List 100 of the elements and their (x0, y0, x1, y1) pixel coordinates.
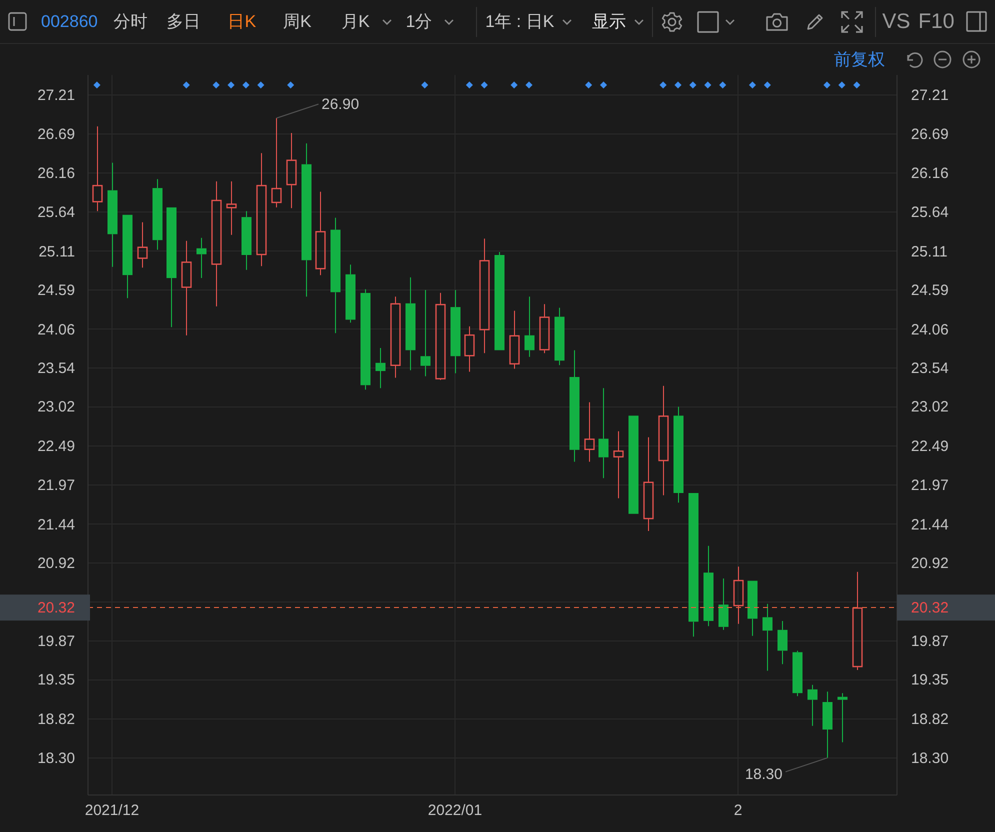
diamond-marker (674, 82, 682, 88)
candlestick (464, 326, 475, 372)
zoom-in-icon[interactable] (962, 50, 981, 69)
panel-toggle-icon[interactable] (8, 12, 27, 31)
candlestick (346, 264, 356, 324)
stock-code[interactable]: 002860 (41, 12, 98, 32)
adjust-button[interactable]: 前复权 (834, 48, 885, 71)
diamond-marker (466, 82, 473, 88)
diamond-marker (510, 82, 518, 88)
diamond-marker (242, 82, 250, 88)
diamond-marker (853, 82, 860, 88)
layout-dropdown[interactable] (697, 10, 736, 32)
undo-icon[interactable] (905, 50, 923, 68)
camera-icon[interactable] (765, 12, 790, 32)
axis-label: 21.44 (37, 516, 75, 534)
axis-label: 2022/01 (428, 802, 482, 819)
price-tag: 20.32 (897, 594, 995, 621)
candlestick (376, 347, 386, 389)
axis-label: 20.92 (37, 554, 75, 572)
period-tab[interactable]: 多日 (166, 10, 201, 33)
fullscreen-icon[interactable] (841, 10, 864, 32)
period-tab[interactable]: 分时 (114, 10, 148, 33)
diamond-marker (689, 82, 696, 88)
price-tag: 20.32 (0, 594, 90, 621)
axis-label: 18.30 (911, 750, 949, 767)
axis-label: 25.64 (37, 204, 75, 221)
diamond-marker (838, 82, 846, 88)
caret-icon (634, 18, 644, 24)
axis-label: 25.11 (38, 243, 75, 260)
settings-icon[interactable] (661, 10, 684, 32)
axis-label: 18.30 (37, 750, 75, 767)
price-label: 18.30 (744, 766, 782, 783)
axis-label: 23.54 (37, 360, 75, 378)
candlestick (137, 222, 148, 268)
axis-label: 25.64 (911, 204, 949, 221)
candlestick (778, 620, 788, 665)
diamond-marker (257, 82, 264, 88)
axis-label: 21.44 (911, 516, 949, 534)
axis-label: 26.69 (911, 126, 949, 143)
axis-label: 19.35 (911, 672, 949, 689)
period-tab[interactable]: 周K (283, 10, 312, 33)
axis-label: 18.82 (37, 711, 75, 728)
axis-label: 27.21 (37, 87, 75, 104)
diamond-marker (421, 82, 428, 88)
display-dropdown[interactable]: 显示 (592, 10, 644, 33)
candlestick (584, 402, 595, 462)
zoom-out-icon[interactable] (933, 50, 952, 69)
diamond-marker (526, 82, 532, 88)
period-tab[interactable]: 日K (228, 10, 256, 33)
axis-label: 2021/12 (84, 802, 140, 819)
caret-icon (725, 18, 736, 24)
axis-label: 24.59 (37, 282, 75, 299)
candlestick (718, 578, 728, 630)
candlestick (613, 430, 624, 499)
diamond-marker (719, 82, 726, 88)
axis-label: 22.49 (911, 438, 949, 456)
candlestick (762, 603, 772, 672)
diamond-marker (287, 82, 294, 88)
candlestick (196, 237, 206, 279)
caret-icon (562, 18, 572, 24)
candlestick (242, 210, 252, 270)
candlestick (509, 310, 520, 370)
diamond-marker (93, 82, 100, 88)
pencil-icon[interactable] (805, 12, 826, 32)
axis-label: 26.69 (37, 126, 75, 143)
axis-label: 22.49 (37, 438, 75, 456)
ref-line-label: 20.32 (37, 600, 75, 617)
candlestick (792, 650, 802, 697)
axis-label: 23.02 (37, 398, 75, 416)
axis-label: 21.97 (911, 476, 949, 494)
candlestick (539, 304, 550, 354)
diamond-marker (480, 82, 488, 88)
compare-button[interactable]: VS (882, 10, 910, 34)
axis-label: 20.92 (911, 554, 949, 572)
period-tab[interactable]: 1分 (406, 10, 454, 33)
axis-label: 19.35 (37, 672, 75, 689)
axis-label: 19.87 (37, 633, 75, 650)
side-panel-icon[interactable] (966, 11, 988, 32)
candlestick (733, 566, 744, 624)
period-tab[interactable]: 月K (341, 10, 392, 33)
diamond-marker (748, 82, 756, 88)
diamond-marker (228, 82, 235, 88)
leader-line (785, 757, 828, 772)
diamond-marker (704, 82, 712, 88)
candlestick (748, 580, 758, 636)
f10-button[interactable]: F10 (918, 10, 954, 34)
axis-label: 24.06 (911, 321, 949, 338)
axis-label: 24.59 (911, 282, 949, 299)
range-dropdown[interactable]: 1年 : 日K (485, 10, 572, 33)
diamond-marker (212, 82, 220, 88)
diamond-marker (823, 82, 830, 88)
candlestick (554, 307, 564, 366)
candlestick (822, 691, 832, 758)
diamond-marker (585, 82, 592, 88)
axis-label: 24.06 (37, 321, 75, 338)
price-label: 26.90 (322, 96, 360, 114)
candlestick (524, 296, 534, 358)
axis-label: 2 (734, 802, 742, 819)
axis-label: 21.97 (37, 476, 75, 494)
diamond-marker (182, 82, 190, 88)
